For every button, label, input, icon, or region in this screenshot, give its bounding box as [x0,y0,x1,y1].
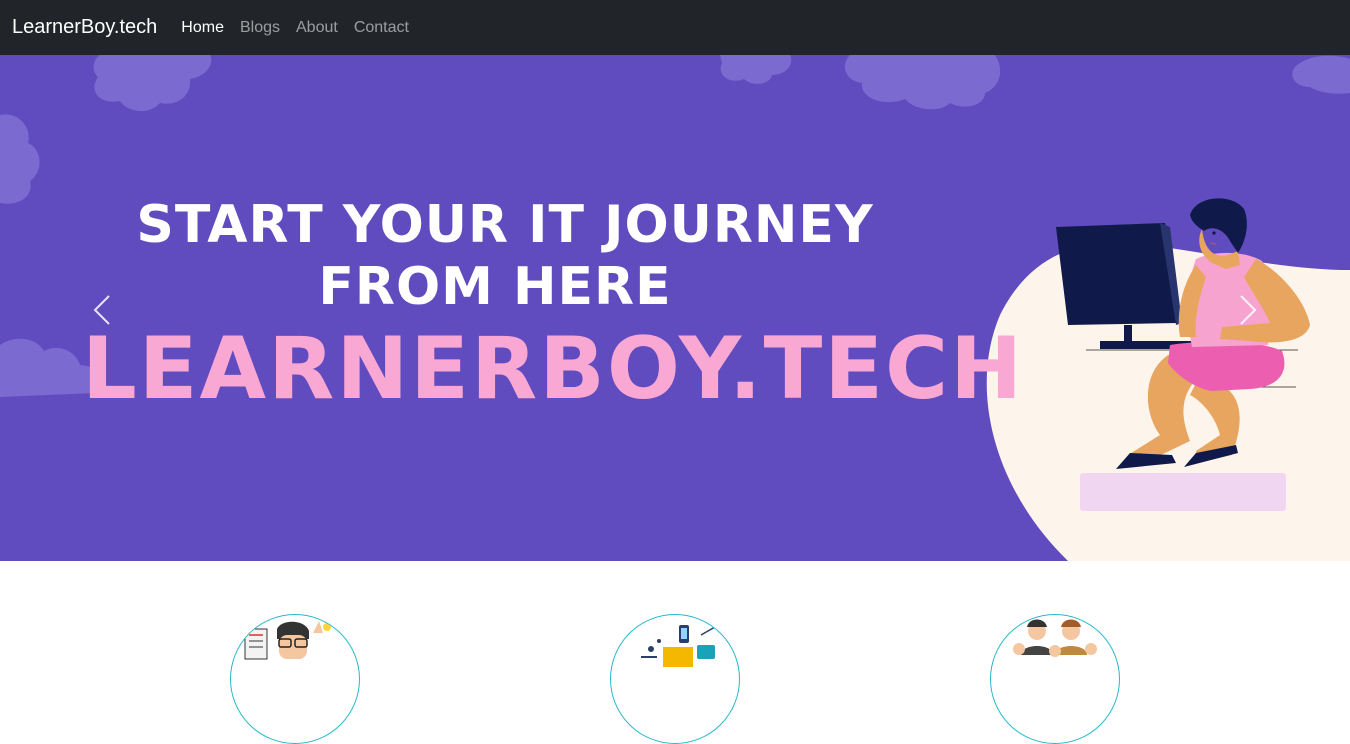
chevron-right-icon [1240,295,1257,325]
nav-link-blogs[interactable]: Blogs [240,19,280,37]
devices-illustration-icon [641,625,716,667]
people-illustration-icon [1013,619,1097,657]
hero-carousel: START YOUR IT JOURNEY FROM HERE LEARNERB… [0,55,1350,561]
nav-link-contact[interactable]: Contact [354,19,409,37]
feature-circle-devices [610,614,740,744]
carousel-prev-button[interactable] [72,275,132,345]
hero-brand-line: LEARNERBOY.TECH [82,319,1025,419]
carousel-next-button[interactable] [1218,275,1278,345]
features-section [0,561,1350,744]
hero-line-1: START YOUR IT JOURNEY [136,195,874,255]
feature-circle-programmer [230,614,360,744]
navbar-brand[interactable]: LearnerBoy.tech [12,16,157,39]
feature-circle-people [990,614,1120,744]
hero-line-2: FROM HERE [318,257,672,317]
top-navbar: LearnerBoy.tech Home Blogs About Contact [0,0,1350,55]
nav-link-home[interactable]: Home [181,19,224,37]
programmer-illustration-icon [244,621,331,660]
chevron-left-icon [93,295,110,325]
nav-link-about[interactable]: About [296,19,338,37]
